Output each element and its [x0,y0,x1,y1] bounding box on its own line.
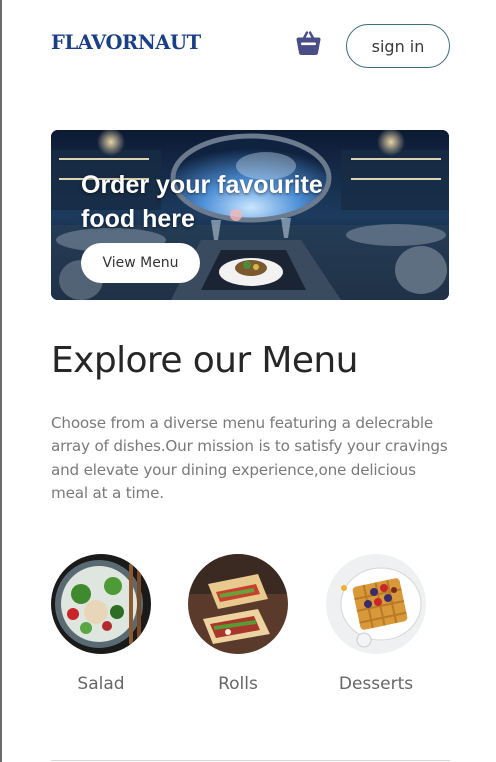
category-label: Rolls [218,674,258,694]
divider [51,760,450,761]
section-title: Explore our Menu [51,340,358,381]
sign-in-button[interactable]: sign in [346,24,450,68]
category-label: Salad [77,674,125,694]
window-edge [0,0,2,762]
desserts-image [326,554,426,654]
salad-image [51,554,151,654]
category-label: Desserts [338,674,414,694]
menu-category-rolls[interactable]: Rolls [188,554,288,694]
hero-headline: Order your favourite food here [81,171,323,233]
brand-logo[interactable]: FLAVORNAUT [51,31,201,54]
hero-banner: Order your favourite food here View Menu [51,130,449,300]
menu-category-salad[interactable]: Salad [51,554,151,694]
rolls-image [188,554,288,654]
section-description: Choose from a diverse menu featuring a d… [51,414,448,502]
basket-icon[interactable] [294,29,323,58]
view-menu-button[interactable]: View Menu [81,243,200,283]
menu-category-desserts[interactable]: Desserts [326,554,426,694]
